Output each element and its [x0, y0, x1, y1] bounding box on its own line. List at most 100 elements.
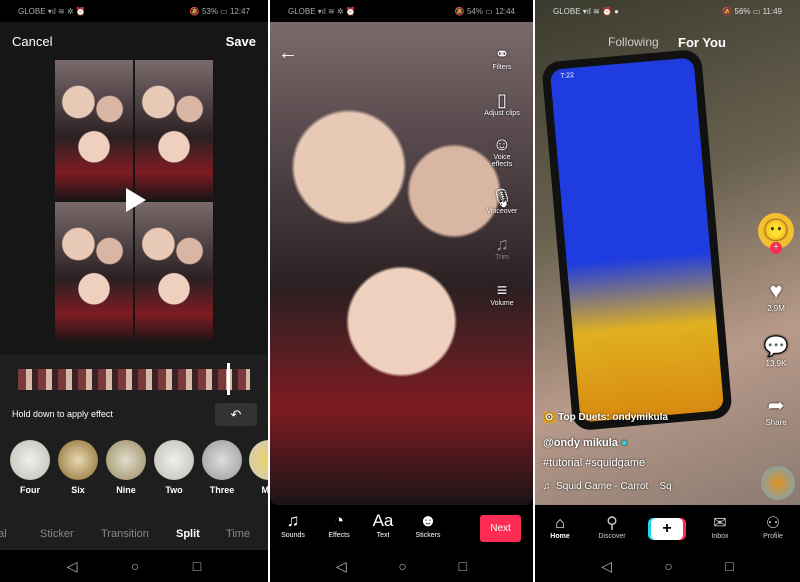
- split-tile: [55, 202, 133, 342]
- back-nav-icon[interactable]: ◁: [67, 558, 78, 575]
- tiktok-feed: 7:22 GLOBE ▾ıl ≋ ⏰ ● 🔕 56% ▭ 11:49 Follow…: [535, 0, 800, 582]
- phone-in-video: 7:22: [541, 48, 733, 432]
- tab-sticker[interactable]: Sticker: [40, 528, 74, 540]
- recents-nav-icon[interactable]: □: [459, 558, 467, 574]
- volume-sliders-icon: ≡: [496, 280, 508, 300]
- save-button[interactable]: Save: [226, 34, 256, 49]
- status-bar: GLOBE ▾ıl ≋ ⏰ ● 🔕 56% ▭ 11:49: [535, 0, 800, 22]
- back-nav-icon[interactable]: ◁: [601, 558, 612, 575]
- create-button[interactable]: +: [651, 518, 683, 540]
- nav-home[interactable]: ⌂ Home: [535, 515, 585, 540]
- play-icon[interactable]: [126, 188, 146, 212]
- home-nav-icon[interactable]: ○: [398, 558, 406, 574]
- share-arrow-icon: ➦: [767, 395, 785, 417]
- video-editor: GLOBE ▾ıl ≋ ✲ ⏰ 🔕 54% ▭ 12:44 ← ⚭ Filters …: [270, 0, 533, 582]
- tab-transition[interactable]: Transition: [101, 528, 149, 540]
- adjust-clips-icon: ▯: [497, 90, 507, 110]
- effect-six[interactable]: [58, 440, 98, 480]
- username-link[interactable]: @ondy mikula ●: [543, 437, 628, 449]
- creator-avatar[interactable]: 😶 +: [756, 213, 796, 254]
- tab-visual[interactable]: ual: [0, 528, 7, 540]
- trim-button[interactable]: ♫ Trim: [477, 234, 527, 261]
- recents-nav-icon[interactable]: □: [725, 558, 733, 574]
- adjust-clips-button[interactable]: ▯ Adjust clips: [477, 90, 527, 117]
- undo-icon: ↶: [230, 407, 242, 422]
- recents-nav-icon[interactable]: □: [193, 558, 201, 574]
- status-left: GLOBE ▾ıl ≋ ⏰ ●: [553, 6, 619, 16]
- sound-ticker[interactable]: ♫ Squid Game - Carrot Sq: [543, 481, 672, 492]
- text-button[interactable]: Aa Text: [360, 510, 406, 539]
- back-arrow-icon[interactable]: ←: [278, 42, 298, 65]
- text-icon: Aa: [372, 511, 394, 530]
- status-right: 🔕 53% ▭ 12:47: [189, 6, 250, 16]
- nav-profile[interactable]: ⚇ Profile: [748, 515, 798, 540]
- heart-icon: ♥: [769, 278, 783, 303]
- effects-button[interactable]: ◔ Effects: [316, 510, 362, 539]
- volume-button[interactable]: ≡ Volume: [477, 280, 527, 307]
- back-nav-icon[interactable]: ◁: [336, 558, 347, 575]
- sound-disc[interactable]: [761, 466, 795, 500]
- hint-text: Hold down to apply effect: [12, 409, 113, 419]
- status-left: GLOBE ▾ıl ≋ ✲ ⏰: [18, 6, 86, 16]
- comment-button[interactable]: 💬 13.9K: [756, 334, 796, 368]
- android-nav-bar: ◁ ○ □: [535, 550, 800, 582]
- phone-screen: 7:22: [549, 57, 725, 423]
- effect-four[interactable]: [10, 440, 50, 480]
- voice-effects-button[interactable]: ☺ Voice effects: [477, 134, 527, 168]
- effect-two[interactable]: [154, 440, 194, 480]
- android-nav-bar: ◁ ○ □: [270, 550, 533, 582]
- profile-icon: ⚇: [765, 515, 781, 532]
- following-tab[interactable]: Following: [608, 35, 659, 49]
- effects-icon: ◔: [333, 511, 345, 530]
- filters-button[interactable]: ⚭ Filters: [477, 44, 527, 71]
- status-left: GLOBE ▾ıl ≋ ✲ ⏰: [288, 6, 356, 16]
- music-note-icon: ♫: [286, 511, 300, 530]
- filters-icon: ⚭: [494, 44, 510, 64]
- status-right: 🔕 54% ▭ 12:44: [454, 6, 515, 16]
- status-right: 🔕 56% ▭ 11:49: [722, 6, 782, 16]
- music-trim-icon: ♫: [495, 234, 509, 254]
- android-nav-bar: ◁ ○ □: [0, 550, 268, 582]
- next-button[interactable]: Next: [480, 515, 521, 542]
- duet-icon: ⊙: [543, 412, 556, 423]
- nav-inbox[interactable]: ✉ Inbox: [695, 515, 745, 540]
- split-effect-editor: GLOBE ▾ıl ≋ ✲ ⏰ 🔕 53% ▭ 12:47 Cancel Save…: [0, 0, 268, 582]
- music-note-icon: ♫: [543, 481, 554, 492]
- for-you-tab[interactable]: For You: [678, 35, 726, 50]
- sticker-icon: ☻: [419, 511, 437, 530]
- status-bar: GLOBE ▾ıl ≋ ✲ ⏰ 🔕 54% ▭ 12:44: [270, 0, 533, 22]
- stickers-button[interactable]: ☻ Stickers: [405, 510, 451, 539]
- effect-three[interactable]: [202, 440, 242, 480]
- home-nav-icon[interactable]: ○: [664, 558, 672, 574]
- effect-label: Six: [71, 485, 85, 495]
- like-button[interactable]: ♥ 2.9M: [756, 278, 796, 313]
- inbox-icon: ✉: [713, 515, 727, 532]
- verified-badge-icon: ●: [620, 437, 628, 449]
- voiceover-button[interactable]: 🎙 Voiceover: [477, 188, 527, 215]
- home-icon: ⌂: [555, 515, 565, 532]
- microphone-icon: 🎙: [490, 188, 514, 208]
- search-icon: ⚲: [606, 515, 618, 532]
- hashtags[interactable]: #tutorial #squidgame: [543, 457, 645, 469]
- tab-time[interactable]: Time: [226, 528, 250, 540]
- nav-discover[interactable]: ⚲ Discover: [587, 515, 637, 540]
- split-tile: [55, 60, 133, 200]
- effect-label: Mix: [261, 485, 268, 495]
- home-nav-icon[interactable]: ○: [131, 558, 139, 574]
- voice-effects-icon: ☺: [492, 134, 512, 154]
- status-bar: GLOBE ▾ıl ≋ ✲ ⏰ 🔕 53% ▭ 12:47: [0, 0, 268, 22]
- effect-label: Two: [165, 485, 183, 495]
- effect-nine[interactable]: [106, 440, 146, 480]
- share-button[interactable]: ➦ Share: [756, 393, 796, 427]
- effect-label: Four: [20, 485, 40, 495]
- cancel-button[interactable]: Cancel: [12, 34, 52, 49]
- sounds-button[interactable]: ♫ Sounds: [270, 510, 316, 539]
- top-duets-label[interactable]: ⊙ Top Duets: ondymikula: [543, 412, 668, 423]
- tab-split[interactable]: Split: [176, 528, 200, 540]
- split-tile: [135, 60, 213, 200]
- effect-label: Three: [209, 485, 235, 495]
- playhead[interactable]: [227, 363, 230, 395]
- effect-label: Nine: [116, 485, 136, 495]
- timeline-filmstrip[interactable]: [18, 369, 250, 390]
- undo-button[interactable]: ↶: [215, 403, 257, 426]
